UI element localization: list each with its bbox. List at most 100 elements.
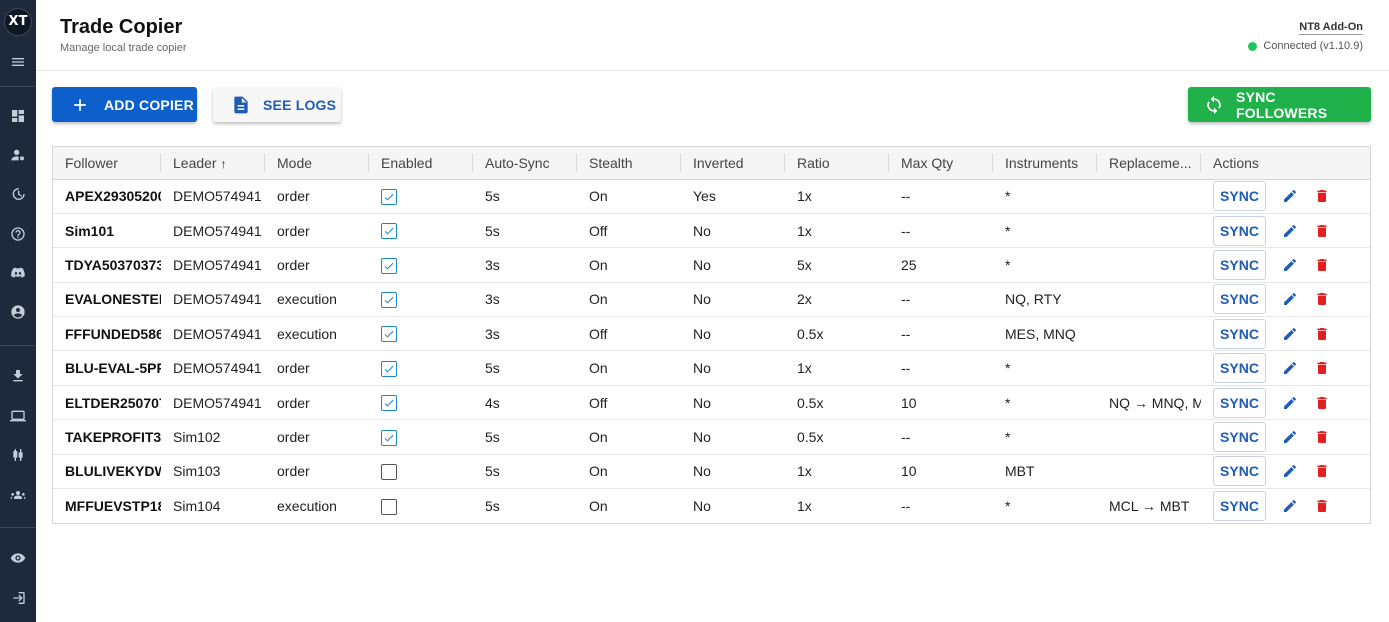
enabled-checkbox[interactable] bbox=[381, 326, 397, 343]
edit-icon[interactable] bbox=[1282, 429, 1298, 445]
cell-instruments: NQ, RTY bbox=[993, 282, 1097, 318]
cell-ratio: 0.5x bbox=[785, 316, 889, 352]
delete-icon[interactable] bbox=[1314, 395, 1330, 411]
cell-actions: SYNC bbox=[1201, 350, 1370, 386]
cell-enabled bbox=[369, 350, 473, 386]
cell-actions: SYNC bbox=[1201, 213, 1370, 249]
group-icon[interactable] bbox=[8, 485, 28, 505]
cell-ratio: 2x bbox=[785, 282, 889, 318]
app-logo[interactable]: XT bbox=[4, 8, 32, 36]
history-icon[interactable] bbox=[8, 184, 28, 204]
cell-leader: DEMO574941 bbox=[161, 213, 265, 249]
enabled-checkbox[interactable] bbox=[381, 257, 397, 274]
cell-stealth: On bbox=[589, 497, 608, 514]
cell-leader: DEMO574941 bbox=[161, 179, 265, 214]
cell-ratio: 1x bbox=[785, 454, 889, 490]
enabled-checkbox[interactable] bbox=[381, 463, 397, 480]
cell-instruments: * bbox=[1005, 497, 1011, 514]
addon-label[interactable]: NT8 Add-On bbox=[1299, 21, 1363, 35]
account-icon[interactable] bbox=[8, 302, 28, 322]
enabled-checkbox[interactable] bbox=[381, 292, 397, 309]
column-header-autosync[interactable]: Auto-Sync bbox=[473, 147, 577, 180]
page-subtitle: Manage local trade copier bbox=[60, 42, 187, 54]
edit-icon[interactable] bbox=[1282, 291, 1298, 307]
column-header-leader[interactable]: Leader ↑ bbox=[161, 147, 265, 180]
candlestick-icon[interactable] bbox=[8, 445, 28, 465]
sort-ascending-icon[interactable]: ↑ bbox=[221, 157, 227, 171]
column-header-stealth[interactable]: Stealth bbox=[577, 147, 681, 180]
column-header-inverted[interactable]: Inverted bbox=[681, 147, 785, 180]
page-header: Trade Copier Manage local trade copier N… bbox=[36, 0, 1389, 71]
download-icon[interactable] bbox=[8, 366, 28, 386]
enabled-checkbox[interactable] bbox=[381, 223, 397, 240]
edit-icon[interactable] bbox=[1282, 188, 1298, 204]
cell-enabled bbox=[369, 419, 473, 455]
cell-instruments: * bbox=[993, 213, 1097, 249]
delete-icon[interactable] bbox=[1314, 257, 1330, 273]
edit-icon[interactable] bbox=[1282, 326, 1298, 342]
cell-replacements bbox=[1097, 419, 1201, 455]
cell-stealth: Off bbox=[577, 213, 681, 249]
column-header-instruments[interactable]: Instruments bbox=[993, 147, 1097, 180]
column-header-follower[interactable]: Follower bbox=[53, 147, 161, 180]
delete-icon[interactable] bbox=[1314, 429, 1330, 445]
edit-icon[interactable] bbox=[1282, 223, 1298, 239]
edit-icon[interactable] bbox=[1282, 360, 1298, 376]
dashboard-icon[interactable] bbox=[8, 106, 28, 126]
edit-icon[interactable] bbox=[1282, 395, 1298, 411]
column-header-ratio[interactable]: Ratio bbox=[785, 147, 889, 180]
table-row: ELTDER250707 DEMO574941 order 4s Off No 0.5x 10… bbox=[53, 385, 1370, 421]
enabled-checkbox[interactable] bbox=[381, 429, 397, 446]
column-header-mode[interactable]: Mode bbox=[265, 147, 369, 180]
menu-icon[interactable] bbox=[8, 52, 28, 72]
row-sync-button[interactable]: SYNC bbox=[1213, 421, 1266, 452]
cell-instruments: * bbox=[993, 350, 1097, 386]
cell-leader: DEMO574941 bbox=[161, 282, 265, 318]
row-sync-button[interactable]: SYNC bbox=[1213, 353, 1266, 384]
sync-followers-button[interactable]: SYNC FOLLOWERS bbox=[1188, 87, 1371, 122]
cell-instruments: MBT bbox=[993, 454, 1097, 490]
enabled-checkbox[interactable] bbox=[381, 188, 397, 205]
row-sync-button[interactable]: SYNC bbox=[1213, 456, 1266, 487]
edit-icon[interactable] bbox=[1282, 498, 1298, 514]
copier-table: Follower Leader ↑ Mode Enabled Auto-Sync … bbox=[52, 146, 1371, 524]
eye-icon[interactable] bbox=[8, 548, 28, 568]
delete-icon[interactable] bbox=[1314, 326, 1330, 342]
row-sync-button[interactable]: SYNC bbox=[1213, 181, 1266, 212]
delete-icon[interactable] bbox=[1314, 188, 1330, 204]
cell-leader: Sim103 bbox=[161, 454, 265, 490]
column-header-replacements[interactable]: Replaceme... bbox=[1097, 147, 1201, 180]
see-logs-button[interactable]: SEE LOGS bbox=[213, 87, 341, 122]
row-sync-button[interactable]: SYNC bbox=[1213, 490, 1266, 521]
delete-icon[interactable] bbox=[1314, 291, 1330, 307]
add-copier-button[interactable]: ADD COPIER bbox=[52, 87, 197, 122]
enabled-checkbox[interactable] bbox=[381, 395, 397, 412]
help-icon[interactable] bbox=[8, 224, 28, 244]
cell-autosync: 4s bbox=[473, 385, 577, 421]
column-header-enabled[interactable]: Enabled bbox=[369, 147, 473, 180]
row-sync-button[interactable]: SYNC bbox=[1213, 249, 1266, 280]
edit-icon[interactable] bbox=[1282, 463, 1298, 479]
cell-maxqty: 10 bbox=[889, 385, 993, 421]
delete-icon[interactable] bbox=[1314, 223, 1330, 239]
sync-icon bbox=[1207, 95, 1221, 114]
row-sync-button[interactable]: SYNC bbox=[1213, 284, 1266, 315]
logout-icon[interactable] bbox=[8, 588, 28, 608]
laptop-icon[interactable] bbox=[8, 406, 28, 426]
row-sync-button[interactable]: SYNC bbox=[1213, 387, 1266, 418]
discord-icon[interactable] bbox=[8, 263, 28, 283]
enabled-checkbox[interactable] bbox=[381, 498, 397, 515]
edit-icon[interactable] bbox=[1282, 257, 1298, 273]
accounts-settings-icon[interactable] bbox=[8, 145, 28, 165]
row-sync-button[interactable]: SYNC bbox=[1213, 318, 1266, 349]
table-row: BLULIVEKYDWCSim103order 5sOnNo1x10MBT SYNC bbox=[53, 454, 1370, 490]
cell-instruments: * bbox=[993, 179, 1097, 214]
row-sync-button[interactable]: SYNC bbox=[1213, 215, 1266, 246]
column-header-maxqty[interactable]: Max Qty bbox=[889, 147, 993, 180]
delete-icon[interactable] bbox=[1314, 498, 1330, 514]
delete-icon[interactable] bbox=[1314, 360, 1330, 376]
enabled-checkbox[interactable] bbox=[381, 360, 397, 377]
table-row: TDYA50370373 DEMO574941 order 3s On No 5x 25 * SY… bbox=[53, 247, 1370, 283]
cell-replacements bbox=[1097, 454, 1201, 490]
delete-icon[interactable] bbox=[1314, 463, 1330, 479]
